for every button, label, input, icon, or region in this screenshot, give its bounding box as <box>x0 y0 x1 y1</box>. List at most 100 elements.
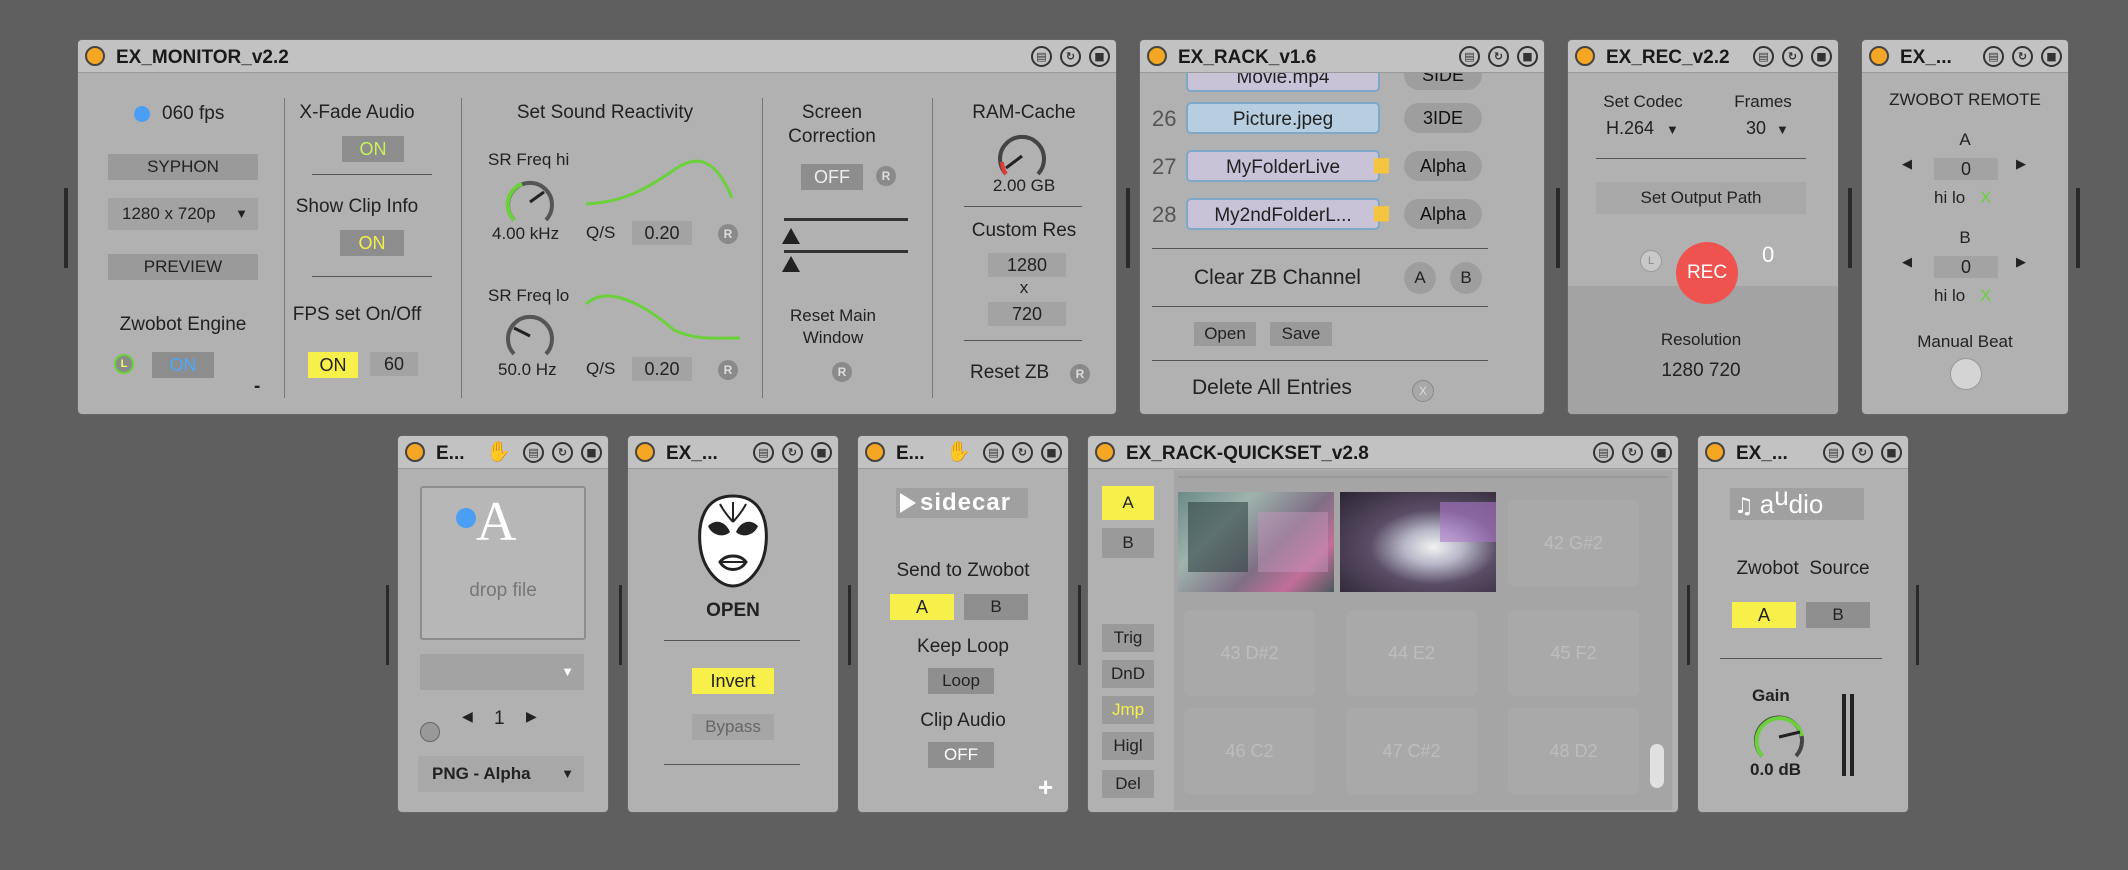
open-label[interactable]: OPEN <box>628 600 838 622</box>
slider-handle[interactable] <box>782 228 800 244</box>
remote-b-prev[interactable]: ◀ <box>1902 254 1912 270</box>
send-b-toggle[interactable]: B <box>964 594 1028 620</box>
rack-entry-name[interactable]: My2ndFolderL... <box>1186 198 1380 230</box>
save-icon[interactable]: ■ <box>581 442 602 463</box>
clip-thumbnail[interactable] <box>1340 492 1496 592</box>
save-icon[interactable]: ■ <box>1041 442 1062 463</box>
preview-button[interactable]: PREVIEW <box>108 254 258 280</box>
save-icon[interactable]: ■ <box>1089 46 1110 67</box>
quickset-side-b[interactable]: B <box>1102 528 1154 558</box>
clip-cell[interactable]: 46 C2 <box>1184 708 1315 794</box>
resize-grip[interactable] <box>1126 188 1130 268</box>
fps-value[interactable]: 60 <box>370 352 418 376</box>
delete-all-button[interactable]: X <box>1412 380 1434 402</box>
open-button[interactable]: Open <box>1194 322 1256 346</box>
engine-l-button[interactable]: L <box>114 354 134 374</box>
film-icon[interactable]: ▤ <box>1459 46 1480 67</box>
rack-entry-mode[interactable]: Alpha <box>1404 151 1482 181</box>
slider-track[interactable] <box>784 218 908 221</box>
resize-grip[interactable] <box>2076 188 2080 268</box>
resize-grip[interactable] <box>848 585 851 665</box>
sr-lo-curve[interactable] <box>584 286 744 346</box>
loop-toggle[interactable]: Loop <box>928 668 994 694</box>
qs-hi-reset[interactable]: R <box>718 224 738 244</box>
hand-icon[interactable]: ✋ <box>946 439 971 463</box>
refresh-icon[interactable]: ↻ <box>1060 46 1081 67</box>
refresh-icon[interactable]: ↻ <box>2012 46 2033 67</box>
remote-a-hilo[interactable]: hi lo <box>1934 188 1965 208</box>
page-prev[interactable]: ◀ <box>462 708 473 725</box>
clear-b-button[interactable]: B <box>1450 262 1482 294</box>
film-icon[interactable]: ▤ <box>983 442 1004 463</box>
resize-grip[interactable] <box>1687 585 1690 665</box>
reset-main-button[interactable]: R <box>832 362 852 382</box>
clip-cell[interactable]: 48 D2 <box>1508 708 1639 794</box>
syphon-button[interactable]: SYPHON <box>108 154 258 180</box>
remote-a-x[interactable]: X <box>1980 188 1991 208</box>
save-icon[interactable]: ■ <box>811 442 832 463</box>
refresh-icon[interactable]: ↻ <box>1852 442 1873 463</box>
rack-entry-mode[interactable]: Alpha <box>1404 199 1482 229</box>
rec-l-button[interactable]: L <box>1640 250 1662 272</box>
resize-grip[interactable] <box>1916 585 1919 665</box>
remote-a-value[interactable]: 0 <box>1934 158 1998 180</box>
film-icon[interactable]: ▤ <box>1031 46 1052 67</box>
page-next[interactable]: ▶ <box>526 708 537 725</box>
power-icon[interactable] <box>85 46 105 66</box>
sr-hi-curve[interactable] <box>584 150 744 210</box>
remote-b-x[interactable]: X <box>1980 286 1991 306</box>
radio-button[interactable] <box>420 722 440 742</box>
film-icon[interactable]: ▤ <box>1983 46 2004 67</box>
add-button[interactable]: + <box>1038 772 1053 803</box>
qs-lo-reset[interactable]: R <box>718 360 738 380</box>
frames-dropdown[interactable]: 30 ▼ <box>1746 118 1789 139</box>
save-button[interactable]: Save <box>1270 322 1332 346</box>
resize-grip[interactable] <box>1556 188 1560 268</box>
clear-a-button[interactable]: A <box>1404 262 1436 294</box>
resize-grip[interactable] <box>386 585 389 665</box>
collapse-button[interactable]: - <box>254 376 260 398</box>
sr-lo-knob[interactable] <box>502 308 558 364</box>
clip-cell[interactable]: 42 G#2 <box>1508 500 1639 586</box>
res-height-value[interactable]: 720 <box>988 302 1066 326</box>
film-icon[interactable]: ▤ <box>1593 442 1614 463</box>
remote-b-hilo[interactable]: hi lo <box>1934 286 1965 306</box>
codec-dropdown[interactable]: H.264 ▼ <box>1606 118 1679 139</box>
film-icon[interactable]: ▤ <box>523 442 544 463</box>
save-icon[interactable]: ■ <box>1811 46 1832 67</box>
fps-set-toggle[interactable]: ON <box>308 352 358 378</box>
power-icon[interactable] <box>1147 46 1167 66</box>
screen-correction-toggle[interactable]: OFF <box>801 164 863 190</box>
rack-entry-mode[interactable]: 3IDE <box>1404 103 1482 133</box>
engine-on-toggle[interactable]: ON <box>152 352 214 378</box>
scrollbar-thumb[interactable] <box>1650 744 1664 788</box>
hand-icon[interactable]: ✋ <box>486 439 511 463</box>
refresh-icon[interactable]: ↻ <box>782 442 803 463</box>
rack-entry-name[interactable]: MyFolderLive <box>1186 150 1380 182</box>
slider-track[interactable] <box>784 250 908 253</box>
rack-entry-name[interactable]: Picture.jpeg <box>1186 102 1380 134</box>
qs-lo-value[interactable]: 0.20 <box>632 357 692 381</box>
film-icon[interactable]: ▤ <box>1753 46 1774 67</box>
file-dropdown[interactable]: ▼ <box>420 654 584 690</box>
luchador-mask-icon[interactable] <box>694 492 772 590</box>
clip-cell[interactable]: 47 C#2 <box>1346 708 1477 794</box>
xfade-toggle[interactable]: ON <box>342 136 404 162</box>
rec-button[interactable]: REC <box>1676 242 1738 304</box>
refresh-icon[interactable]: ↻ <box>1782 46 1803 67</box>
mode-trig[interactable]: Trig <box>1102 624 1154 652</box>
resize-grip[interactable] <box>619 585 622 665</box>
remote-b-value[interactable]: 0 <box>1934 256 1998 278</box>
power-icon[interactable] <box>1869 46 1889 66</box>
clip-cell[interactable]: 44 E2 <box>1346 610 1477 696</box>
power-icon[interactable] <box>865 442 885 462</box>
mode-jmp[interactable]: Jmp <box>1102 696 1154 724</box>
clipinfo-toggle[interactable]: ON <box>340 230 404 256</box>
power-icon[interactable] <box>405 442 425 462</box>
sr-hi-knob[interactable] <box>502 174 558 230</box>
save-icon[interactable]: ■ <box>1651 442 1672 463</box>
save-icon[interactable]: ■ <box>1517 46 1538 67</box>
refresh-icon[interactable]: ↻ <box>552 442 573 463</box>
manual-beat-button[interactable] <box>1950 358 1982 390</box>
save-icon[interactable]: ■ <box>2041 46 2062 67</box>
